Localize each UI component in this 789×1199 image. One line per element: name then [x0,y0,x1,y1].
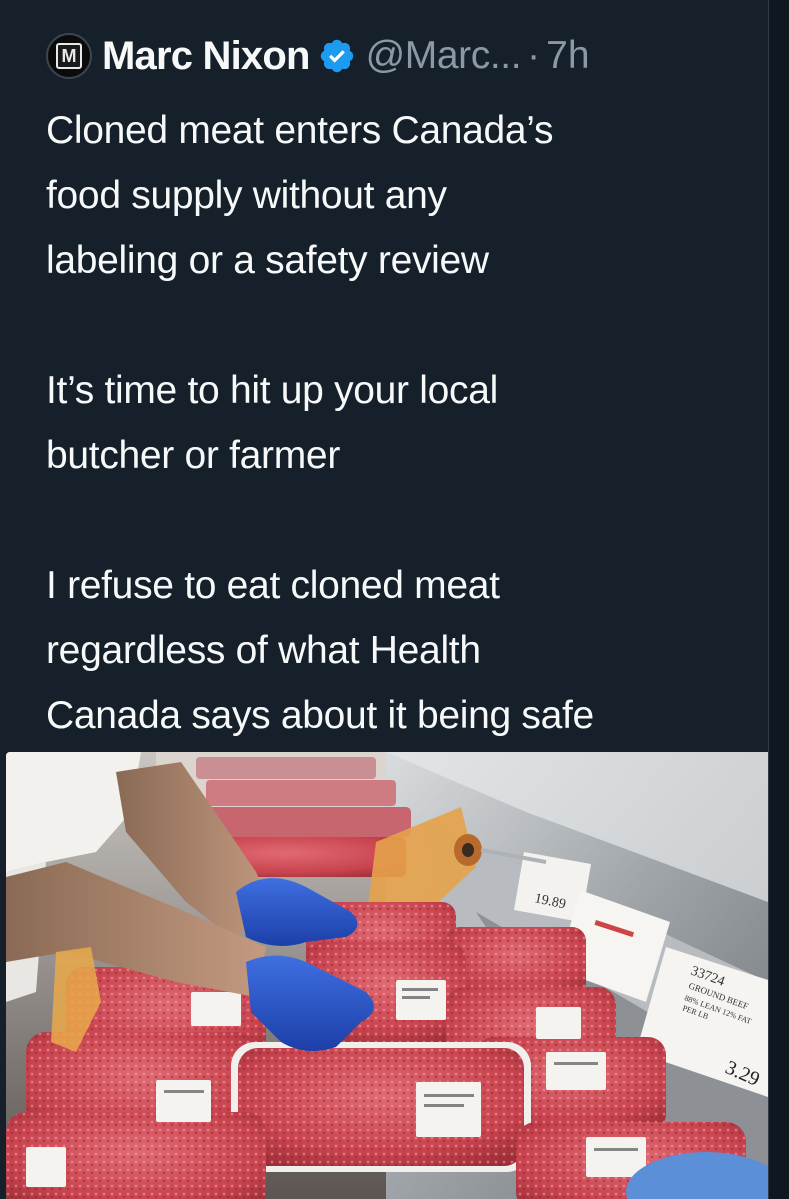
verified-badge-icon [320,39,353,73]
author-display-name[interactable]: Marc Nixon [102,34,310,79]
tweet-line: It’s time to hit up your local [46,369,498,412]
tweet-line: food supply without any [46,174,447,217]
author-handle[interactable]: @Marc... [366,34,522,78]
tweet-paragraph: Cloned meat enters Canada’s food supply … [46,98,761,293]
tweet-text: Cloned meat enters Canada’s food supply … [46,98,761,748]
tweet-line: butcher or farmer [46,434,341,477]
tweet-timestamp[interactable]: 7h [546,34,589,78]
window-edge [768,0,789,1199]
tweet-line: regardless of what Health [46,629,481,672]
tweet-line: labeling or a safety review [46,239,489,282]
tweet-photo[interactable]: 19.89 33724 GROUND BEEF 88% LEAN 12% FAT… [6,752,768,1199]
avatar[interactable]: M [46,33,92,79]
tweet-line: I refuse to eat cloned meat [46,564,500,607]
tweet-paragraph: It’s time to hit up your local butcher o… [46,358,761,488]
avatar-logo: M [56,43,82,69]
tweet-header: M Marc Nixon @Marc... · 7h [46,28,590,84]
tweet-card[interactable]: M Marc Nixon @Marc... · 7h Cloned meat e… [0,0,768,1199]
tweet-paragraph: I refuse to eat cloned meat regardless o… [46,553,761,748]
meat-counter-image: 19.89 33724 GROUND BEEF 88% LEAN 12% FAT… [6,752,768,1199]
separator-dot: · [527,34,541,77]
tweet-line: Cloned meat enters Canada’s [46,109,554,152]
tweet-line: Canada says about it being safe [46,694,594,737]
